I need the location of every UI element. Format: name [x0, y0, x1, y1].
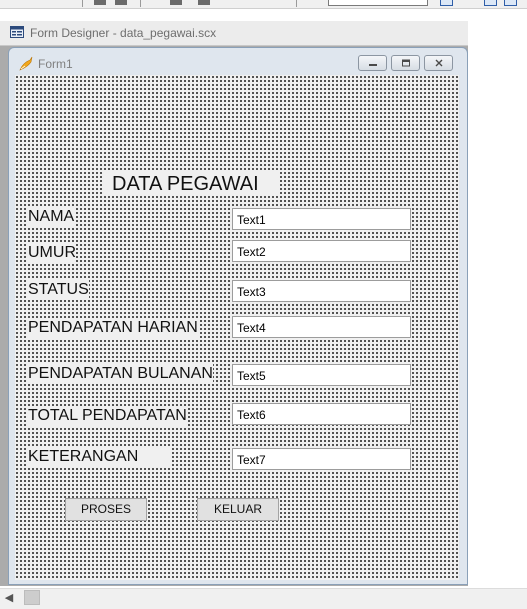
textbox-umur[interactable]: Text2: [232, 240, 411, 262]
toolbar-separator: [82, 0, 83, 7]
label-nama[interactable]: NAMA: [28, 207, 75, 227]
maximize-button[interactable]: [391, 55, 420, 71]
heading-label[interactable]: DATA PEGAWAI: [104, 172, 278, 196]
textbox-pendapatan-harian[interactable]: Text4: [232, 316, 411, 338]
toolbar-toggle-button[interactable]: [504, 0, 517, 6]
keluar-button[interactable]: KELUAR: [197, 498, 279, 521]
toolbar-toggle-button[interactable]: [440, 0, 453, 6]
label-pendapatan-bulanan[interactable]: PENDAPATAN BULANAN: [28, 364, 213, 384]
toolbar-toggle-button[interactable]: [484, 0, 497, 6]
form-designer-icon: [10, 25, 24, 38]
scrollbar-thumb[interactable]: [24, 590, 40, 605]
toolbar-button[interactable]: [94, 0, 106, 5]
textbox-pendapatan-bulanan[interactable]: Text5: [232, 364, 411, 386]
toolbar-separator: [140, 0, 141, 7]
textbox-keterangan[interactable]: Text7: [232, 448, 411, 470]
toolbar-button[interactable]: [170, 0, 182, 5]
label-pendapatan-harian[interactable]: PENDAPATAN HARIAN: [28, 318, 198, 338]
horizontal-scrollbar[interactable]: [0, 588, 527, 609]
minimize-icon: [368, 64, 377, 66]
textbox-status[interactable]: Text3: [232, 280, 411, 302]
label-umur[interactable]: UMUR: [28, 243, 76, 263]
toolbar-combo[interactable]: [328, 0, 428, 6]
chevron-left-icon[interactable]: ◀: [2, 590, 16, 606]
fox-icon: [18, 56, 34, 72]
toolbar-button[interactable]: [115, 0, 127, 5]
proses-button[interactable]: PROSES: [65, 498, 147, 521]
close-button[interactable]: [424, 55, 453, 71]
textbox-total-pendapatan[interactable]: Text6: [232, 403, 411, 425]
label-keterangan[interactable]: KETERANGAN: [28, 447, 170, 467]
maximize-icon: [401, 59, 410, 67]
textbox-nama[interactable]: Text1: [232, 208, 411, 230]
close-icon: [435, 59, 442, 67]
label-status[interactable]: STATUS: [28, 280, 89, 300]
form1-title: Form1: [38, 57, 73, 71]
toolbar-button[interactable]: [198, 0, 210, 5]
label-total-pendapatan[interactable]: TOTAL PENDAPATAN: [28, 406, 187, 426]
toolbar-strip: [0, 0, 527, 9]
toolbar-separator: [296, 0, 297, 7]
form-designer-title: Form Designer - data_pegawai.scx: [30, 26, 217, 40]
minimize-button[interactable]: [358, 55, 387, 71]
